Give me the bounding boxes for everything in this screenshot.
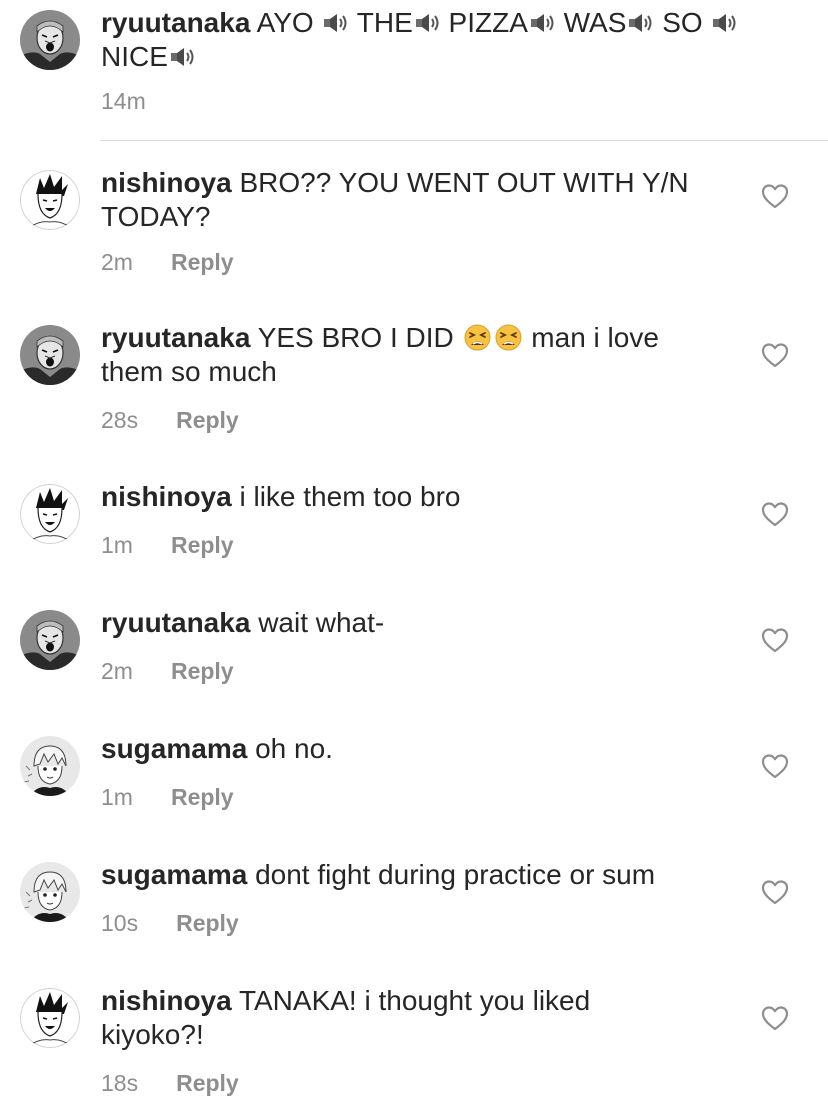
tanaka-avatar[interactable] (20, 610, 80, 670)
reply-button[interactable]: Reply (171, 658, 234, 685)
comment-body: sugamama oh no. (101, 732, 691, 766)
comment-body: ryuutanaka YES BRO I DID man i love them… (101, 321, 691, 389)
comment-body: nishinoya i like them too bro (101, 480, 691, 514)
comment-body: ryuutanaka AYO THE PIZZA WAS SO NICE (101, 6, 741, 74)
comment-word: NICE (101, 41, 168, 72)
comment-time: 14m (101, 88, 146, 114)
comment-meta: 18s Reply (101, 1070, 239, 1097)
comment-word: SO (662, 7, 703, 38)
sugawara-avatar[interactable] (20, 736, 80, 796)
comment-meta: 28s Reply (101, 407, 239, 434)
heart-outline-icon[interactable] (761, 1005, 789, 1031)
comment-meta: 1m Reply (101, 784, 234, 811)
speaker-emoji-icon (321, 11, 349, 35)
reply-button[interactable]: Reply (176, 407, 239, 434)
heart-outline-icon[interactable] (761, 342, 789, 368)
comment-time: 28s (101, 407, 139, 433)
comment-body: ryuutanaka wait what- (101, 606, 691, 640)
comment-time: 10s (101, 910, 139, 936)
comment-username[interactable]: nishinoya (101, 481, 232, 512)
tired-face-emoji-icon (464, 324, 491, 351)
heart-outline-icon[interactable] (761, 183, 789, 209)
reply-button[interactable]: Reply (171, 784, 234, 811)
comment-meta: 2m Reply (101, 658, 234, 685)
comment-username[interactable]: nishinoya (101, 167, 232, 198)
comment-meta: 1m Reply (101, 532, 234, 559)
comment-word: THE (356, 7, 413, 38)
comment-time: 2m (101, 658, 133, 684)
speaker-emoji-icon (528, 11, 556, 35)
comment-text: dont fight during practice or sum (255, 859, 656, 890)
comment-username[interactable]: ryuutanaka (101, 607, 250, 638)
comment-meta: 14m (101, 88, 146, 115)
reply-button[interactable]: Reply (176, 1070, 239, 1097)
comment-username[interactable]: ryuutanaka (101, 7, 250, 38)
comment-word: PIZZA (448, 7, 528, 38)
comment-text: YES BRO I DID (257, 322, 454, 353)
comment-meta: 10s Reply (101, 910, 239, 937)
comment-username[interactable]: ryuutanaka (101, 322, 250, 353)
heart-outline-icon[interactable] (761, 753, 789, 779)
comment-username[interactable]: sugamama (101, 859, 247, 890)
comment-word: WAS (563, 7, 627, 38)
heart-outline-icon[interactable] (761, 501, 789, 527)
comment-username[interactable]: sugamama (101, 733, 247, 764)
comment-body: nishinoya BRO?? YOU WENT OUT WITH Y/N TO… (101, 166, 691, 234)
speaker-emoji-icon (626, 11, 654, 35)
comment-time: 18s (101, 1070, 139, 1096)
speaker-emoji-icon (413, 11, 441, 35)
comment-body: nishinoya TANAKA! i thought you liked ki… (101, 984, 691, 1052)
reply-button[interactable]: Reply (171, 249, 234, 276)
comment-time: 1m (101, 532, 133, 558)
speaker-emoji-icon (168, 45, 196, 69)
reply-button[interactable]: Reply (171, 532, 234, 559)
reply-button[interactable]: Reply (176, 910, 239, 937)
tired-face-emoji-icon (495, 324, 522, 351)
tanaka-avatar[interactable] (20, 325, 80, 385)
comment-text: wait what- (258, 607, 385, 638)
nishinoya-avatar[interactable] (20, 988, 80, 1048)
comment-time: 2m (101, 249, 133, 275)
comment-text: oh no. (255, 733, 333, 764)
speaker-emoji-icon (710, 11, 738, 35)
comment-word: AYO (256, 7, 314, 38)
comment-username[interactable]: nishinoya (101, 985, 232, 1016)
heart-outline-icon[interactable] (761, 627, 789, 653)
comment-time: 1m (101, 784, 133, 810)
tanaka-avatar[interactable] (20, 10, 80, 70)
comment-meta: 2m Reply (101, 249, 234, 276)
sugawara-avatar[interactable] (20, 862, 80, 922)
comment-text: i like them too bro (239, 481, 461, 512)
divider (100, 140, 828, 141)
nishinoya-avatar[interactable] (20, 484, 80, 544)
nishinoya-avatar[interactable] (20, 170, 80, 230)
heart-outline-icon[interactable] (761, 879, 789, 905)
comment-body: sugamama dont fight during practice or s… (101, 858, 741, 892)
